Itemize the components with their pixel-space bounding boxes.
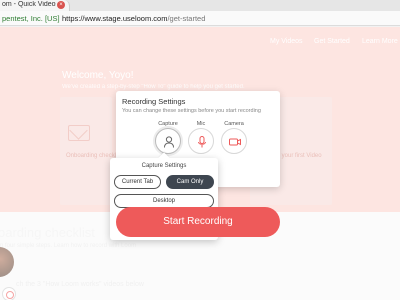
current-tab-button[interactable]: Current Tab xyxy=(114,175,161,189)
browser-tab[interactable]: om - Quick Videos, Faste × xyxy=(0,0,70,11)
address-bar[interactable]: pentest, Inc. [US] https://www.stage.use… xyxy=(0,11,400,26)
capture-option-label: Capture xyxy=(158,121,178,127)
recording-settings-title: Recording Settings xyxy=(122,97,186,106)
security-certificate-label[interactable]: pentest, Inc. [US] xyxy=(2,14,60,23)
url-path: /get-started xyxy=(167,14,206,23)
video-camera-icon xyxy=(229,138,241,146)
capture-option-button[interactable] xyxy=(155,128,181,154)
start-recording-button[interactable]: Start Recording xyxy=(116,207,280,237)
mic-option-label: Mic xyxy=(196,121,206,127)
cam-only-button[interactable]: Cam Only xyxy=(166,175,214,189)
capture-settings-title: Capture Settings xyxy=(141,163,187,169)
tab-close-icon[interactable]: × xyxy=(57,1,65,9)
microphone-icon xyxy=(198,136,206,148)
page-content: My Videos Get Started Learn More Welcome… xyxy=(0,27,400,300)
url-text[interactable]: https://www.stage.useloom.com/get-starte… xyxy=(62,14,205,23)
camera-option-button[interactable] xyxy=(221,128,247,154)
mic-option-button[interactable] xyxy=(188,128,214,154)
recording-settings-subtitle: You can change these settings before you… xyxy=(122,108,261,114)
desktop-button[interactable]: Desktop xyxy=(114,194,214,208)
browser-tab-bar: om - Quick Videos, Faste × xyxy=(0,0,400,11)
url-host: https://www.stage.useloom.com xyxy=(62,14,168,23)
camera-option-label: Camera xyxy=(224,121,244,127)
person-icon xyxy=(164,136,174,148)
tab-title: om - Quick Videos, Faste xyxy=(2,1,56,8)
